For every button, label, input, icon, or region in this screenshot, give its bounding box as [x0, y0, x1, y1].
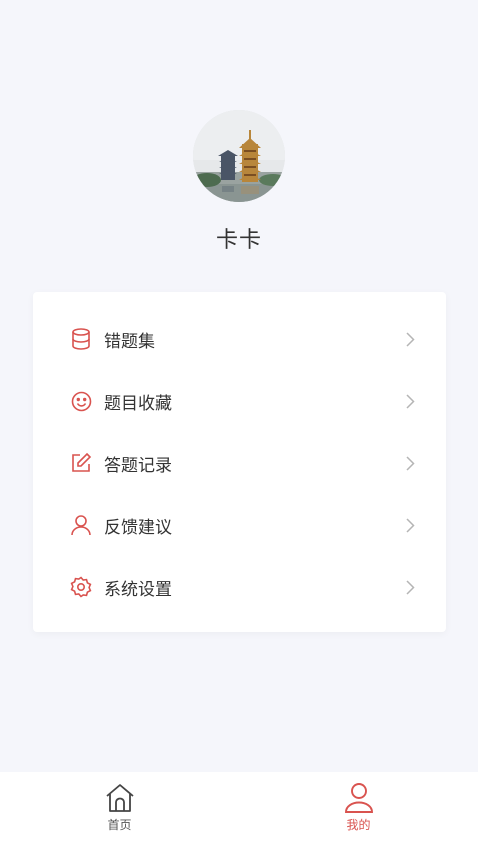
user-icon	[70, 514, 92, 536]
menu-item-settings[interactable]: 系统设置	[33, 556, 446, 618]
database-icon	[70, 328, 92, 350]
menu-item-label: 反馈建议	[104, 517, 172, 538]
menu-item-label: 答题记录	[104, 455, 172, 476]
gear-icon	[70, 576, 92, 598]
edit-icon	[70, 452, 92, 474]
chevron-right-icon	[404, 331, 416, 347]
bottom-tab-bar: 首页 我的	[0, 772, 478, 850]
chevron-right-icon	[404, 579, 416, 595]
menu-item-answer-history[interactable]: 答题记录	[33, 432, 446, 494]
menu-item-wrong-questions[interactable]: 错题集	[33, 308, 446, 370]
menu-item-feedback[interactable]: 反馈建议	[33, 494, 446, 556]
chevron-right-icon	[404, 455, 416, 471]
tab-mine[interactable]: 我的	[239, 772, 478, 850]
menu-item-label: 题目收藏	[104, 393, 172, 414]
chevron-right-icon	[404, 393, 416, 409]
username: 卡卡	[215, 228, 262, 253]
home-icon	[103, 782, 137, 814]
pagoda-photo	[193, 110, 285, 202]
profile-header: 卡卡	[0, 110, 478, 254]
menu-item-label: 系统设置	[104, 579, 172, 600]
avatar[interactable]	[193, 110, 285, 202]
smile-icon	[70, 390, 92, 412]
menu-item-favorites[interactable]: 题目收藏	[33, 370, 446, 432]
menu-card: 错题集 题目收藏 答题记录 反馈建议 系统设置	[33, 292, 446, 632]
menu-item-label: 错题集	[104, 331, 155, 352]
user-icon	[342, 782, 376, 814]
chevron-right-icon	[404, 517, 416, 533]
tab-home[interactable]: 首页	[0, 772, 239, 850]
tab-label: 我的	[346, 818, 371, 832]
tab-label: 首页	[107, 818, 132, 832]
